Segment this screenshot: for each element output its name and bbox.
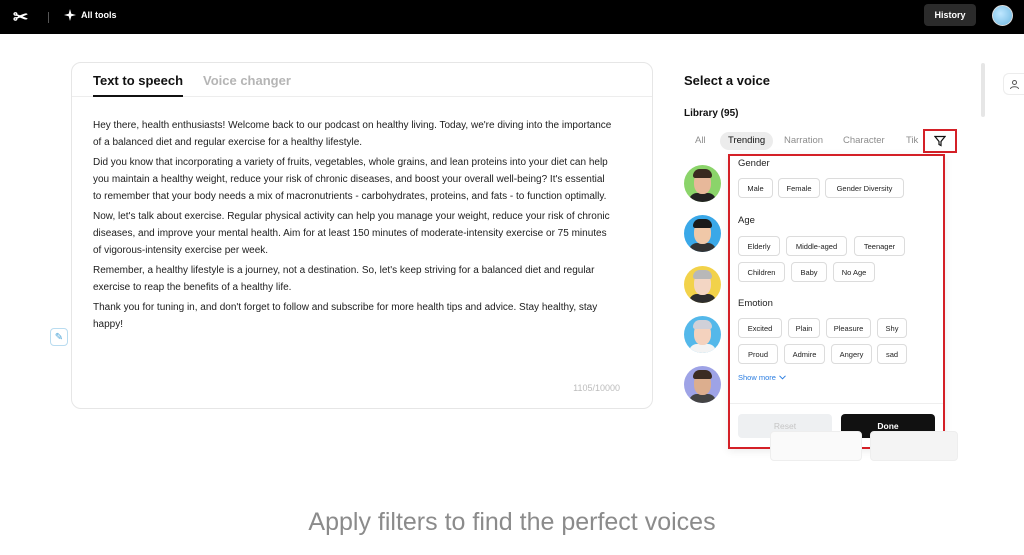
filter-icon xyxy=(934,135,946,147)
chip-gender-diversity[interactable]: Gender Diversity xyxy=(825,178,904,198)
divider xyxy=(730,403,943,404)
chip-teenager[interactable]: Teenager xyxy=(854,236,905,256)
secondary-action-button[interactable] xyxy=(770,431,862,461)
upload-voice-icon xyxy=(1009,79,1019,89)
chip-shy[interactable]: Shy xyxy=(877,318,907,338)
chip-male[interactable]: Male xyxy=(738,178,773,198)
capcut-logo-icon[interactable]: ✂ xyxy=(13,7,33,27)
voice-avatar[interactable] xyxy=(684,266,721,303)
chip-excited[interactable]: Excited xyxy=(738,318,782,338)
script-text-area[interactable]: Hey there, health enthusiasts! Welcome b… xyxy=(93,117,613,336)
voice-avatar[interactable] xyxy=(684,215,721,252)
voice-avatar[interactable] xyxy=(684,366,721,403)
chip-children[interactable]: Children xyxy=(738,262,785,282)
primary-action-button[interactable] xyxy=(870,431,958,461)
user-avatar[interactable] xyxy=(992,5,1013,26)
character-counter: 1105/10000 xyxy=(573,383,620,393)
chip-female[interactable]: Female xyxy=(778,178,820,198)
age-title: Age xyxy=(738,215,755,226)
library-label: Library (95) xyxy=(684,108,739,119)
chip-sad[interactable]: sad xyxy=(877,344,907,364)
paragraph: Hey there, health enthusiasts! Welcome b… xyxy=(93,120,612,148)
sparkle-icon xyxy=(64,9,76,21)
select-voice-title: Select a voice xyxy=(684,73,770,88)
caption-text: Apply filters to find the perfect voices xyxy=(308,508,716,536)
chip-baby[interactable]: Baby xyxy=(791,262,827,282)
tab-tiktok[interactable]: Tik xyxy=(906,132,922,150)
chip-elderly[interactable]: Elderly xyxy=(738,236,780,256)
voice-avatar[interactable] xyxy=(684,165,721,202)
history-button[interactable]: History xyxy=(924,4,976,26)
tab-trending[interactable]: Trending xyxy=(720,132,774,150)
chip-admire[interactable]: Admire xyxy=(784,344,825,364)
chip-proud[interactable]: Proud xyxy=(738,344,778,364)
emotion-title: Emotion xyxy=(738,298,773,309)
top-bar: ✂ All tools History xyxy=(0,0,1024,34)
divider xyxy=(48,12,49,23)
chip-angery[interactable]: Angery xyxy=(831,344,872,364)
magic-edit-icon[interactable]: ✎ xyxy=(50,328,68,346)
scrollbar[interactable] xyxy=(981,63,985,117)
gender-title: Gender xyxy=(738,158,770,169)
tab-text-to-speech[interactable]: Text to speech xyxy=(93,73,184,97)
filter-panel: Gender Male Female Gender Diversity Age … xyxy=(728,154,945,449)
tab-narration[interactable]: Narration xyxy=(784,132,823,150)
chip-plain[interactable]: Plain xyxy=(788,318,820,338)
text-editor-card: Text to speech Voice changer Hey there, … xyxy=(71,62,653,409)
show-more-link[interactable]: Show more xyxy=(738,373,786,382)
show-more-label: Show more xyxy=(738,373,776,382)
chip-pleasure[interactable]: Pleasure xyxy=(826,318,871,338)
chip-middle-aged[interactable]: Middle-aged xyxy=(786,236,847,256)
side-tool-button[interactable] xyxy=(1003,73,1024,95)
tab-voice-changer[interactable]: Voice changer xyxy=(203,73,291,88)
paragraph: Remember, a healthy lifestyle is a journ… xyxy=(93,265,595,293)
tab-character[interactable]: Character xyxy=(843,132,885,150)
filter-button[interactable] xyxy=(923,129,957,153)
editor-tabs: Text to speech Voice changer xyxy=(72,63,652,97)
all-tools-button[interactable]: All tools xyxy=(64,9,117,21)
paragraph: Now, let's talk about exercise. Regular … xyxy=(93,211,610,256)
chevron-down-icon xyxy=(779,375,786,380)
paragraph: Thank you for tuning in, and don't forge… xyxy=(93,302,598,330)
chip-no-age[interactable]: No Age xyxy=(833,262,875,282)
voice-avatar[interactable] xyxy=(684,316,721,353)
all-tools-label: All tools xyxy=(81,10,117,20)
paragraph: Did you know that incorporating a variet… xyxy=(93,157,608,202)
tab-all[interactable]: All xyxy=(695,132,706,150)
